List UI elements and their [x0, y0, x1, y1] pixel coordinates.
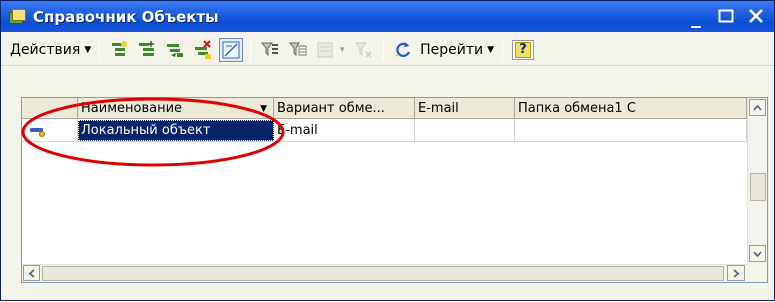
scroll-up-button[interactable] — [749, 99, 766, 116]
table-header: Наименование ▼ Вариант обме... E-mail Па… — [22, 98, 747, 119]
vertical-scroll-thumb[interactable] — [750, 173, 766, 201]
actions-menu-button[interactable]: Действия ▼ — [7, 38, 94, 62]
help-icon: ? — [515, 41, 532, 58]
filter-by-value-button[interactable] — [286, 38, 310, 62]
actions-menu-label: Действия — [10, 41, 81, 58]
minimize-button[interactable]: _ — [684, 5, 708, 27]
column-header-email[interactable]: E-mail — [415, 98, 515, 119]
delete-mark-icon — [195, 39, 212, 59]
sort-descending-icon: ▼ — [260, 103, 267, 114]
clear-filter-icon — [355, 42, 372, 58]
maximize-icon — [718, 9, 734, 23]
filter-by-value-icon — [289, 42, 307, 56]
hierarchy-toggle-button[interactable] — [219, 37, 244, 62]
chevron-up-icon — [753, 104, 762, 111]
copy-item-button[interactable] — [163, 38, 187, 62]
chevron-down-icon: ▼ — [84, 44, 92, 55]
filter-history-button[interactable] — [314, 38, 338, 62]
add-group-button[interactable] — [135, 38, 159, 62]
column-header-name-label: Наименование — [81, 101, 183, 116]
cell-email[interactable] — [415, 120, 515, 141]
refresh-button[interactable] — [391, 38, 415, 62]
goto-menu-label: Перейти — [420, 41, 484, 58]
filter-history-icon — [317, 42, 333, 57]
column-header-name[interactable]: Наименование ▼ — [78, 98, 274, 119]
catalog-item-icon — [30, 125, 48, 137]
close-button[interactable] — [744, 5, 768, 27]
toolbar-separator — [250, 38, 252, 61]
cell-exchange-folder[interactable] — [515, 120, 747, 141]
catalog-window-icon — [9, 8, 27, 26]
help-button[interactable]: ? — [512, 39, 535, 60]
add-group-icon — [139, 40, 155, 56]
catalog-table[interactable]: Наименование ▼ Вариант обме... E-mail Па… — [21, 97, 768, 283]
maximize-button[interactable] — [714, 5, 738, 27]
catalog-window: Справочник Объекты _ Действия ▼ ▼ Перейт… — [0, 0, 775, 301]
scroll-right-button[interactable] — [727, 265, 745, 281]
cell-exchange-variant[interactable]: E-mail — [274, 120, 415, 141]
row-icon-cell — [22, 120, 78, 141]
column-header-icon[interactable] — [22, 98, 78, 119]
goto-menu-button[interactable]: Перейти ▼ — [417, 38, 497, 62]
scroll-left-button[interactable] — [23, 265, 40, 281]
close-icon — [749, 9, 763, 23]
table-row[interactable]: Локальный объект E-mail — [22, 120, 747, 142]
toolbar: Действия ▼ ▼ Перейти ▼ ? — [1, 34, 774, 66]
toolbar-separator — [99, 38, 101, 61]
scrollbar-corner — [747, 264, 767, 282]
filter-icon — [261, 42, 279, 56]
window-title: Справочник Объекты — [33, 7, 219, 26]
toolbar-separator — [383, 38, 385, 61]
refresh-icon — [396, 41, 411, 57]
add-item-button[interactable] — [107, 38, 131, 62]
column-header-exchange-folder[interactable]: Папка обмена1 С — [515, 98, 747, 119]
title-bar[interactable]: Справочник Объекты _ — [1, 1, 774, 32]
horizontal-scroll-thumb[interactable] — [42, 266, 724, 281]
clear-filter-button[interactable] — [352, 38, 376, 62]
scroll-down-button[interactable] — [749, 245, 766, 262]
column-header-exchange-variant[interactable]: Вариант обме... — [274, 98, 415, 119]
chevron-down-icon: ▼ — [338, 45, 347, 54]
add-item-icon — [112, 40, 128, 56]
chevron-down-icon: ▼ — [487, 44, 495, 55]
hierarchy-toggle-icon — [222, 41, 240, 58]
cell-name[interactable]: Локальный объект — [78, 120, 274, 141]
chevron-down-icon — [753, 250, 762, 257]
vertical-scrollbar[interactable] — [747, 98, 767, 282]
chevron-left-icon — [28, 268, 35, 278]
toolbar-separator — [502, 38, 504, 61]
copy-item-icon — [167, 43, 184, 57]
chevron-right-icon — [733, 268, 739, 278]
delete-mark-button[interactable] — [191, 38, 215, 62]
filter-button[interactable] — [258, 38, 282, 62]
horizontal-scrollbar[interactable] — [22, 264, 747, 282]
